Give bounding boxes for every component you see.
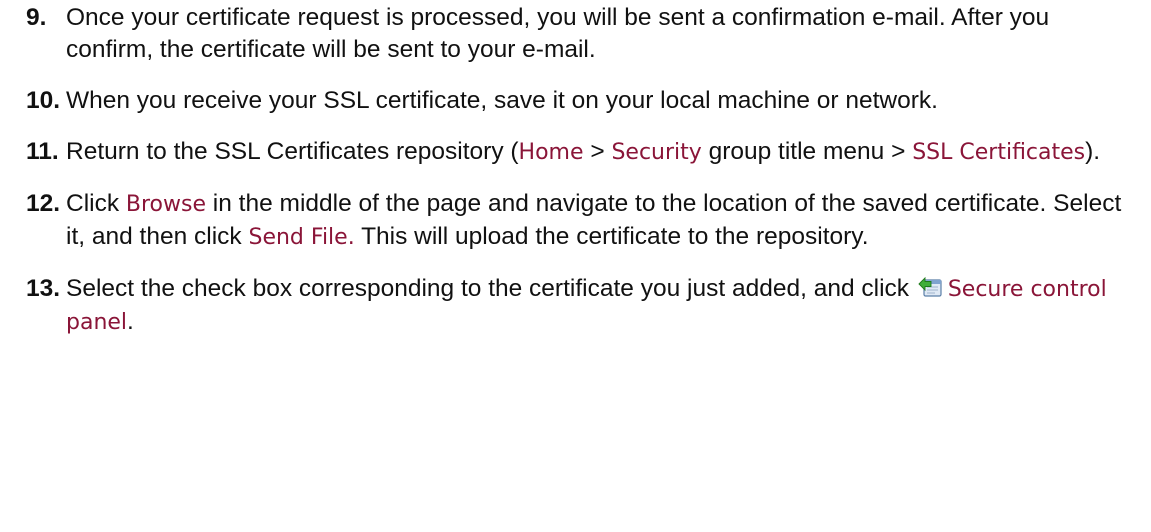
step-text-run: >	[583, 138, 612, 165]
step-text: Once your certificate request is process…	[66, 2, 1136, 66]
step-12: 12. Click Browse in the middle of the pa…	[26, 188, 1136, 254]
step-11: 11. Return to the SSL Certificates repos…	[26, 136, 1136, 169]
ui-term-browse: Browse	[125, 192, 206, 217]
step-text: Return to the SSL Certificates repositor…	[66, 136, 1136, 169]
step-text-run: ).	[1085, 138, 1101, 165]
step-text-run: .	[127, 308, 134, 335]
step-text-run: Click	[66, 190, 126, 217]
ui-term-ssl-certificates: SSL Certificates	[912, 140, 1086, 165]
ui-term-security: Security	[611, 140, 702, 165]
step-text-run: Once your certificate request is process…	[66, 4, 1050, 63]
step-number: 10.	[26, 87, 61, 114]
ui-term-home: Home	[518, 140, 584, 165]
step-text-run: group title menu >	[701, 138, 913, 165]
ui-term-send-file: Send File.	[248, 225, 355, 250]
step-9: 9. Once your certificate request is proc…	[26, 2, 1136, 66]
step-text-run: This will upload the certificate to the …	[354, 223, 869, 250]
step-text-run: When you receive your SSL certificate, s…	[66, 87, 938, 114]
step-text: When you receive your SSL certificate, s…	[66, 85, 1136, 117]
secure-panel-icon	[918, 275, 944, 299]
step-number: 11.	[26, 138, 59, 165]
step-10: 10. When you receive your SSL certificat…	[26, 85, 1136, 117]
step-text-run: Select the check box corresponding to th…	[66, 275, 916, 302]
step-number: 13.	[26, 275, 61, 302]
step-text-run: Return to the SSL Certificates repositor…	[66, 138, 519, 165]
step-text: Click Browse in the middle of the page a…	[66, 188, 1136, 254]
step-number: 9.	[26, 4, 47, 31]
step-text: Select the check box corresponding to th…	[66, 273, 1136, 339]
instruction-steps: 9. Once your certificate request is proc…	[26, 2, 1136, 358]
step-13: 13. Select the check box corresponding t…	[26, 273, 1136, 339]
step-number: 12.	[26, 190, 61, 217]
